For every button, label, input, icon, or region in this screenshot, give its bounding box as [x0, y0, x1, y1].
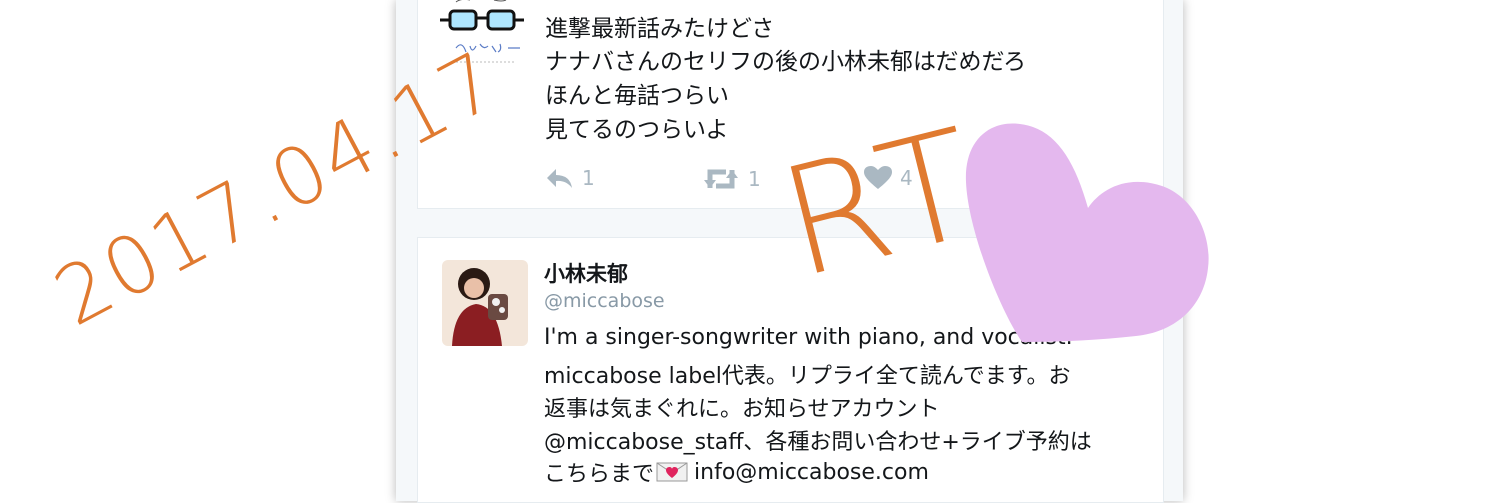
profile-bio-line: 返事は気まぐれに。お知らせアカウント	[544, 397, 940, 422]
tweet-text-line: ナナバさんのセリフの後の小林未郁はだめだろ	[545, 49, 1027, 75]
tweet-text-line: 見てるのつらいよ	[545, 117, 729, 143]
profile-bio-contact-line: こちらまで info@miccabose.com	[544, 456, 929, 488]
profile-bio-line: miccabose label代表。リプライ全て読んでます。お	[544, 364, 1071, 389]
love-letter-icon	[656, 462, 688, 482]
reply-button[interactable]: 1	[544, 166, 595, 190]
profile-handle[interactable]: @miccabose	[544, 290, 665, 312]
profile-bio-line[interactable]: @miccabose_staff、各種お問い合わせ+ライブ予約は	[544, 424, 1092, 456]
profile-bio-line: こちらまで	[544, 462, 655, 487]
reply-icon	[547, 169, 572, 188]
reply-count: 1	[582, 166, 595, 190]
retweet-icon	[704, 169, 738, 189]
contact-email-link[interactable]: info@miccabose.com	[694, 460, 929, 485]
retweet-count: 1	[748, 167, 761, 191]
profile-name[interactable]: 小林未郁	[544, 258, 628, 288]
tweet-text-line: 進撃最新話みたけどさ	[545, 16, 775, 42]
tweet-text-line: ほんと毎話つらい	[545, 83, 729, 109]
person-avatar-icon	[442, 260, 528, 346]
retweet-button[interactable]: 1	[702, 166, 761, 192]
heart-sticker-icon	[965, 123, 1209, 342]
profile-avatar[interactable]	[442, 260, 528, 346]
